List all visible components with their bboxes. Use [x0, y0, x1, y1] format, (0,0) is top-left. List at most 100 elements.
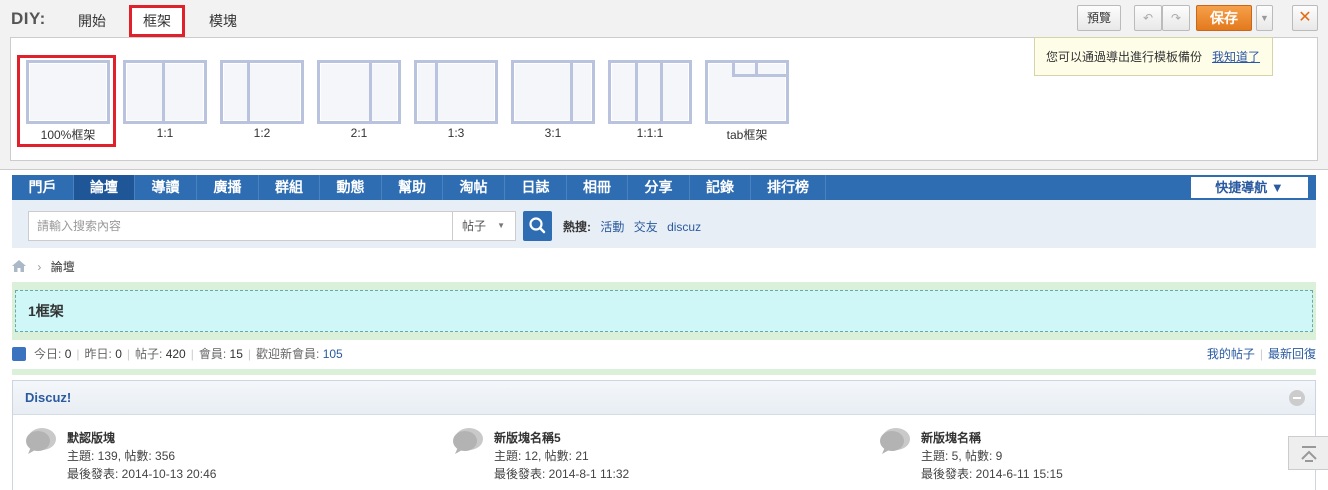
frame-zone-divider [12, 369, 1316, 375]
forum-item[interactable]: 新版塊名稱 主題: 5, 帖數: 9 最後發表: 2014-6-11 15:15 [879, 425, 1239, 485]
frame-label: tab框架 [726, 128, 768, 142]
forum-name[interactable]: 默認版塊 [67, 429, 115, 446]
breadcrumb-current[interactable]: 論壇 [51, 260, 75, 274]
save-button[interactable]: 保存 [1196, 5, 1252, 31]
diy-panel: DIY: 開始 框架 模塊 100%框架 1:1 1:2 2:1 1:3 3:1… [0, 0, 1328, 170]
stat-members: 15 [229, 347, 243, 361]
nav-item-help[interactable]: 幫助 [382, 175, 443, 200]
stat-label: 會員: [198, 347, 227, 361]
save-dropdown-icon[interactable]: ▼ [1256, 5, 1273, 31]
arrow-up-icon [1301, 446, 1317, 462]
stats-links: 我的帖子 | 最新回復 [1206, 347, 1316, 361]
frame-label: 100%框架 [40, 128, 96, 142]
frame-2-1[interactable]: 2:1 [313, 60, 401, 142]
close-icon[interactable]: ✕ [1292, 5, 1318, 31]
frame-thumb [414, 60, 498, 124]
hot-term[interactable]: 交友 [634, 220, 658, 234]
hot-label: 熱搜: [563, 220, 591, 234]
diy-title: DIY: [11, 9, 46, 28]
stat-posts: 420 [165, 347, 186, 361]
tip-dismiss-link[interactable]: 我知道了 [1212, 50, 1260, 64]
tip-text: 您可以通過導出進行模板備份 [1046, 50, 1203, 64]
my-posts-link[interactable]: 我的帖子 [1207, 347, 1255, 361]
stat-today: 0 [64, 347, 72, 361]
forum-counts: 主題: 139, 帖數: 356 [67, 449, 176, 463]
nav-item-blog[interactable]: 日誌 [505, 175, 567, 200]
forum-item[interactable]: 默認版塊 主題: 139, 帖數: 356 最後發表: 2014-10-13 2… [25, 425, 385, 485]
search-bar: 請輸入搜索內容 帖子 ▼ 熱搜: 活動 交友 discuz [12, 200, 1316, 248]
frame-1-2[interactable]: 1:2 [216, 60, 304, 142]
frame-label: 1:2 [253, 126, 271, 140]
back-to-top-button[interactable] [1288, 436, 1328, 470]
category-title[interactable]: Discuz! [25, 390, 71, 405]
quick-nav-button[interactable]: 快捷導航 ▼ [1191, 177, 1308, 198]
forum-name[interactable]: 新版塊名稱5 [494, 429, 561, 446]
frame-label: 1:3 [447, 126, 465, 140]
search-icon [529, 217, 546, 234]
frame-1-1-1[interactable]: 1:1:1 [604, 60, 692, 142]
stat-newest-member[interactable]: 105 [323, 347, 343, 361]
home-icon[interactable] [12, 260, 26, 272]
frame-tab[interactable]: tab框架 [701, 60, 789, 142]
tab-start[interactable]: 開始 [68, 5, 116, 37]
nav-item-ranking[interactable]: 排行榜 [751, 175, 826, 200]
frame-3-1[interactable]: 3:1 [507, 60, 595, 142]
nav-item-album[interactable]: 相冊 [567, 175, 628, 200]
redo-icon[interactable]: ↷ [1162, 5, 1190, 31]
tab-frame[interactable]: 框架 [129, 5, 185, 37]
forum-counts: 主題: 5, 帖數: 9 [921, 449, 1003, 463]
forum-stats: 今日: 0 | 昨日: 0 | 帖子: 420 | 會員: 15 | 歡迎新會員: 105 我的… [12, 346, 1316, 362]
stat-label: 昨日: [84, 347, 112, 361]
breadcrumb-separator: › [37, 260, 42, 274]
forum-last-post[interactable]: 最後發表: 2014-10-13 20:46 [67, 465, 216, 482]
forum-last-post[interactable]: 最後發表: 2014-8-1 11:32 [494, 465, 629, 482]
search-type-select[interactable]: 帖子 ▼ [452, 211, 516, 241]
collapse-icon[interactable] [1289, 390, 1305, 406]
nav-item-feed[interactable]: 動態 [320, 175, 382, 200]
frame-thumb [317, 60, 401, 124]
frame-thumb [220, 60, 304, 124]
nav-item-records[interactable]: 記錄 [690, 175, 751, 200]
frame-thumb [123, 60, 207, 124]
breadcrumb: › 論壇 [12, 258, 75, 275]
forum-last-post[interactable]: 最後發表: 2014-6-11 15:15 [921, 465, 1063, 482]
latest-replies-link[interactable]: 最新回復 [1268, 347, 1316, 361]
diy-frame-zone: 1框架 [12, 282, 1316, 340]
category-header: Discuz! [13, 381, 1315, 415]
frame-label: 1:1 [156, 126, 174, 140]
frame-1-3[interactable]: 1:3 [410, 60, 498, 142]
frame-1-1[interactable]: 1:1 [119, 60, 207, 142]
frame-thumb [26, 60, 110, 124]
hot-term[interactable]: 活動 [600, 220, 624, 234]
search-button[interactable] [523, 211, 552, 241]
search-type-value: 帖子 [462, 219, 487, 233]
frame-label: 2:1 [350, 126, 368, 140]
frame-100[interactable]: 100%框架 [22, 60, 110, 142]
forum-counts: 主題: 12, 帖數: 21 [494, 449, 589, 463]
search-input[interactable]: 請輸入搜索內容 [28, 211, 453, 241]
frame-thumb [511, 60, 595, 124]
backup-tip: 您可以通過導出進行模板備份 我知道了 [1034, 37, 1273, 76]
nav-item-share[interactable]: 分享 [628, 175, 690, 200]
main-nav: 門戶 論壇 導讀 廣播 群組 動態 幫助 淘帖 日誌 相冊 分享 記錄 排行榜 … [12, 175, 1316, 200]
nav-item-guide[interactable]: 導讀 [135, 175, 197, 200]
nav-item-groups[interactable]: 群組 [259, 175, 320, 200]
nav-item-broadcast[interactable]: 廣播 [197, 175, 259, 200]
tab-module[interactable]: 模塊 [198, 5, 248, 37]
frame-block[interactable]: 1框架 [15, 290, 1313, 332]
forum-item[interactable]: 新版塊名稱5 主題: 12, 帖數: 21 最後發表: 2014-8-1 11:… [452, 425, 812, 485]
nav-item-forum[interactable]: 論壇 [74, 175, 135, 200]
stat-label: 帖子: [135, 347, 163, 361]
chevron-down-icon: ▼ [497, 221, 505, 230]
forum-name[interactable]: 新版塊名稱 [921, 429, 981, 446]
preview-button[interactable]: 預覽 [1077, 5, 1121, 31]
forum-bubble-icon [880, 428, 910, 454]
frame-thumb [705, 60, 789, 124]
nav-item-portal[interactable]: 門戶 [12, 175, 74, 200]
undo-icon[interactable]: ↶ [1134, 5, 1162, 31]
frame-label: 1:1:1 [636, 126, 664, 140]
nav-item-collection[interactable]: 淘帖 [443, 175, 505, 200]
stat-yesterday: 0 [115, 347, 122, 361]
hot-term[interactable]: discuz [667, 220, 701, 234]
chart-icon [12, 347, 26, 361]
